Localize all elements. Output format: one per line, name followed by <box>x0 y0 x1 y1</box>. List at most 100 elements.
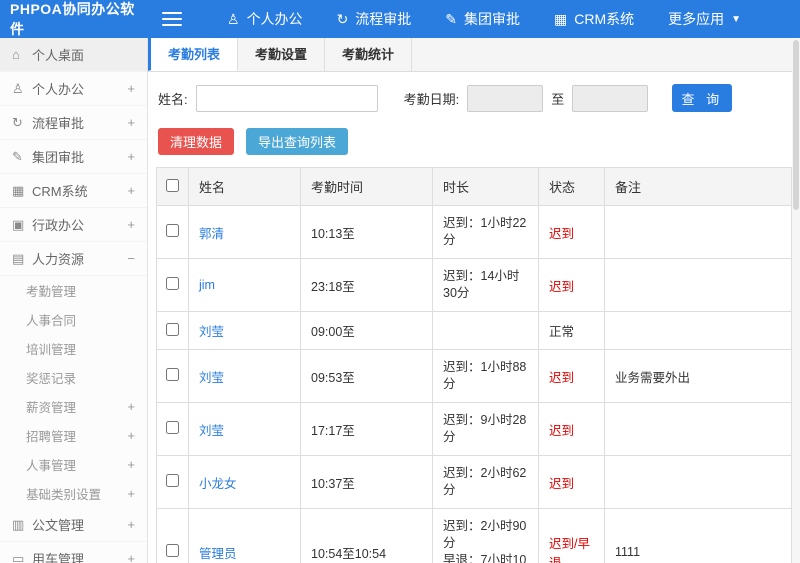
name-input[interactable] <box>195 84 378 112</box>
attendance-time: 17:17至 <box>300 402 433 456</box>
action-bar: 清理数据 导出查询列表 <box>148 122 800 167</box>
sidebar-item[interactable]: 薪资管理 + <box>0 392 147 421</box>
sidebar-item[interactable]: ↻ 流程审批 + <box>0 106 147 140</box>
filter-bar: 姓名: 考勤日期: 至 查 询 <box>148 72 800 122</box>
clean-data-button[interactable]: 清理数据 <box>158 128 235 155</box>
employee-name-link[interactable]: 小龙女 <box>199 477 237 491</box>
sidebar-item[interactable]: 招聘管理 + <box>0 421 147 450</box>
employee-name-link[interactable]: 刘莹 <box>199 371 224 385</box>
process-icon: ↻ <box>336 10 349 27</box>
note-text <box>604 258 792 312</box>
tab[interactable]: 考勤设置 <box>238 38 326 71</box>
expand-toggle-icon[interactable]: + <box>127 551 135 563</box>
sidebar-item[interactable]: ▣ 行政办公 + <box>0 208 147 242</box>
row-checkbox[interactable] <box>166 421 179 434</box>
table-row: 小龙女 10:37至 迟到：2小时62分 迟到 <box>156 455 792 509</box>
status-text: 迟到 <box>538 349 605 403</box>
expand-toggle-icon[interactable]: + <box>127 457 135 472</box>
sidebar-item[interactable]: ▤ 人力资源 − <box>0 242 147 276</box>
topnav-item[interactable]: ↻ 流程审批 ▼ <box>337 9 412 29</box>
app-window: PHPOA协同办公软件 ♙ 个人办公 ▼ ↻ 流程审批 ▼ ✎ 集团审批 ▼ ▦… <box>0 0 800 563</box>
edit-icon: ✎ <box>12 148 23 164</box>
chevron-down-icon: ▼ <box>731 13 742 25</box>
employee-name-link[interactable]: jim <box>199 278 215 292</box>
sidebar-item[interactable]: ▭ 用车管理 + <box>0 542 147 563</box>
table-row: 郭清 10:13至 迟到：1小时22分 迟到 <box>156 205 792 259</box>
employee-name-link[interactable]: 刘莹 <box>199 424 224 438</box>
row-checkbox[interactable] <box>166 474 179 487</box>
sidebar-item[interactable]: 培训管理 <box>0 334 147 363</box>
topnav-item-label: 集团审批 <box>464 11 521 27</box>
expand-toggle-icon[interactable]: + <box>127 81 135 96</box>
vertical-scrollbar[interactable] <box>792 38 800 563</box>
sidebar-item-label: 流程审批 <box>32 116 85 131</box>
expand-toggle-icon[interactable]: + <box>127 517 135 532</box>
table-row: jim 23:18至 迟到：14小时30分 迟到 <box>156 258 792 312</box>
sidebar-item[interactable]: 人事管理 + <box>0 450 147 479</box>
sidebar-item-label: 培训管理 <box>26 343 77 357</box>
date-from-input[interactable] <box>467 84 544 112</box>
sidebar-item[interactable]: 考勤管理 <box>0 276 147 305</box>
sidebar-item-label: 薪资管理 <box>26 401 77 415</box>
sidebar-item[interactable]: ⌂ 个人桌面 <box>0 38 147 72</box>
sidebar-item[interactable]: 基础类别设置 + <box>0 479 147 508</box>
topnav-item[interactable]: ♙ 个人办公 ▼ <box>227 9 303 29</box>
note-text <box>604 311 792 350</box>
expand-toggle-icon[interactable]: + <box>127 428 135 443</box>
column-header: 时长 <box>432 167 539 206</box>
topnav-item[interactable]: ✎ 集团审批 ▼ <box>445 9 520 29</box>
status-text: 正常 <box>538 311 605 350</box>
expand-toggle-icon[interactable]: − <box>127 251 135 266</box>
row-checkbox[interactable] <box>166 277 179 290</box>
duration-cell: 迟到：2小时62分 <box>432 455 539 509</box>
expand-toggle-icon[interactable]: + <box>127 217 135 232</box>
expand-toggle-icon[interactable]: + <box>127 149 135 164</box>
row-checkbox[interactable] <box>166 368 179 381</box>
main-content: 考勤列表 考勤设置 考勤统计 姓名: 考勤日期: 至 查 询 清理数据 导出查询… <box>148 38 800 563</box>
sidebar-item[interactable]: ▦ CRM系统 + <box>0 174 147 208</box>
row-checkbox[interactable] <box>166 224 179 237</box>
sidebar-item[interactable]: ▥ 公文管理 + <box>0 508 147 542</box>
employee-name-link[interactable]: 郭清 <box>199 227 224 241</box>
expand-toggle-icon[interactable]: + <box>127 486 135 501</box>
sidebar-item-label: 公文管理 <box>32 518 85 533</box>
expand-toggle-icon[interactable]: + <box>127 399 135 414</box>
select-all-checkbox[interactable] <box>166 178 179 192</box>
sidebar-item[interactable]: ✎ 集团审批 + <box>0 140 147 174</box>
duration-cell: 迟到：1小时22分 <box>432 205 539 259</box>
sidebar-item[interactable]: 人事合同 <box>0 305 147 334</box>
sidebar-item[interactable]: 奖惩记录 <box>0 363 147 392</box>
search-button[interactable]: 查 询 <box>672 84 733 112</box>
employee-name-link[interactable]: 管理员 <box>199 547 237 561</box>
date-to-input[interactable] <box>572 84 649 112</box>
row-checkbox[interactable] <box>166 322 179 336</box>
attendance-time: 10:13至 <box>300 205 433 259</box>
export-list-button[interactable]: 导出查询列表 <box>246 128 349 155</box>
tab[interactable]: 考勤列表 <box>148 38 239 71</box>
topnav-item[interactable]: ▦ CRM系统 ▼ <box>554 9 634 29</box>
table-row: 刘莹 17:17至 迟到：9小时28分 迟到 <box>156 402 792 456</box>
table-body: 郭清 10:13至 迟到：1小时22分 迟到 jim 23:18至 迟到：14小… <box>156 205 792 563</box>
sidebar-item-label: 人事管理 <box>26 459 77 473</box>
row-checkbox[interactable] <box>166 544 179 557</box>
sidebar-item-label: 行政办公 <box>32 218 85 233</box>
topbar: PHPOA协同办公软件 ♙ 个人办公 ▼ ↻ 流程审批 ▼ ✎ 集团审批 ▼ ▦… <box>0 0 800 38</box>
table-row: 管理员 10:54至10:54 迟到：2小时90分早退：7小时10分 迟到/早退… <box>156 508 792 563</box>
scrollbar-thumb[interactable] <box>793 40 799 210</box>
duration-cell: 迟到：9小时28分 <box>432 402 539 456</box>
column-header: 状态 <box>538 167 605 206</box>
sidebar-item-label: 个人桌面 <box>32 48 85 63</box>
tab[interactable]: 考勤统计 <box>325 38 413 71</box>
sidebar-item-label: 人力资源 <box>32 252 85 267</box>
chart-icon: ▦ <box>554 10 568 27</box>
hr-icon: ▤ <box>12 250 25 266</box>
edit-icon: ✎ <box>445 10 458 27</box>
menu-toggle-icon[interactable] <box>162 12 182 26</box>
expand-toggle-icon[interactable]: + <box>127 183 135 198</box>
topnav-item[interactable]: 更多应用 ▼ <box>668 9 741 29</box>
sidebar-item-label: 用车管理 <box>32 552 85 563</box>
expand-toggle-icon[interactable]: + <box>127 115 135 130</box>
employee-name-link[interactable]: 刘莹 <box>199 325 224 339</box>
status-text: 迟到/早退 <box>538 508 605 563</box>
sidebar-item[interactable]: ♙ 个人办公 + <box>0 72 147 106</box>
